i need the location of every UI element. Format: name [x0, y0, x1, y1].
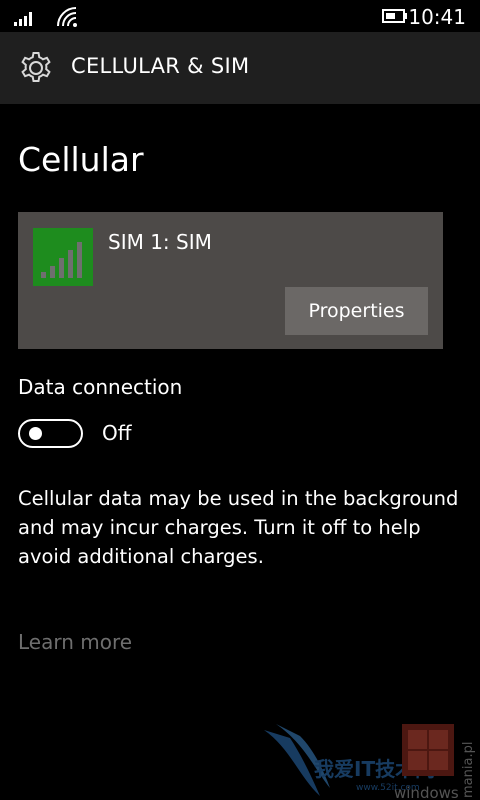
- svg-text:mania.pl: mania.pl: [461, 742, 476, 798]
- wifi-icon: [57, 7, 77, 27]
- header-title: CELLULAR & SIM: [71, 54, 250, 78]
- learn-more-link[interactable]: Learn more: [18, 630, 132, 654]
- data-description: Cellular data may be used in the backgro…: [18, 487, 459, 568]
- data-connection-label: Data connection: [18, 375, 183, 399]
- signal-strength-icon: [14, 12, 32, 26]
- status-bar: 10:41: [0, 0, 480, 32]
- battery-icon: [382, 9, 407, 23]
- toggle-knob: [29, 427, 42, 440]
- properties-button[interactable]: Properties: [285, 287, 428, 335]
- sim-card[interactable]: SIM 1: SIM Properties: [18, 212, 443, 349]
- sim-signal-tile: [33, 228, 93, 286]
- status-time: 10:41: [408, 5, 466, 29]
- sim-signal-icon: [41, 242, 82, 278]
- page-title: Cellular: [18, 140, 144, 179]
- data-connection-toggle[interactable]: [18, 419, 83, 448]
- svg-text:windows: windows: [394, 784, 459, 800]
- gear-icon: [21, 52, 51, 82]
- sim-name: SIM 1: SIM: [108, 230, 212, 254]
- settings-header: CELLULAR & SIM: [0, 32, 480, 104]
- data-connection-state: Off: [102, 421, 132, 445]
- site-watermark-logo: 我爱IT技术网 www.52it.com windows mania.pl: [264, 724, 476, 800]
